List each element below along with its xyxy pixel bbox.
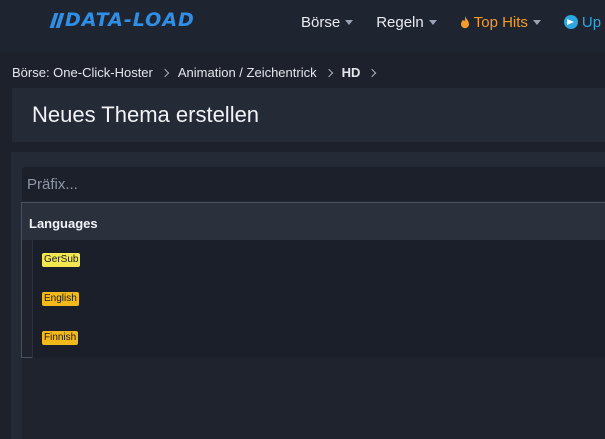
nav-item-label: Top Hits <box>473 13 528 31</box>
chevron-down-icon <box>345 19 354 25</box>
form-body-area <box>22 358 605 439</box>
page-header: Neues Thema erstellen <box>12 88 605 142</box>
breadcrumb-item[interactable]: HD <box>342 65 361 80</box>
prefix-option-gersub[interactable]: GerSub <box>42 253 81 267</box>
breadcrumb-item[interactable]: Animation / Zeichentrick <box>178 65 317 80</box>
nav-item-label: Up <box>581 13 602 31</box>
logo-text: DATA-LOAD <box>65 9 195 31</box>
telegram-icon <box>563 15 578 29</box>
chevron-right-icon <box>368 68 377 77</box>
nav-item-telegram[interactable]: Up <box>563 13 602 31</box>
breadcrumb-item[interactable]: Börse: One-Click-Hoster <box>12 65 153 80</box>
nav-item-boerse[interactable]: Börse <box>301 13 354 31</box>
dropdown-group-label: Languages <box>29 216 98 231</box>
site-logo[interactable]: DATA-LOAD <box>49 9 195 31</box>
breadcrumb: Börse: One-Click-Hoster Animation / Zeic… <box>12 65 385 80</box>
dropdown-option-list: GerSub English Finnish <box>32 240 605 358</box>
chevron-right-icon <box>160 68 170 77</box>
chevron-down-icon <box>428 19 437 25</box>
nav-item-label: Börse <box>301 13 341 31</box>
main-nav: Börse Regeln Top Hits Up <box>301 12 605 32</box>
top-navigation-bar: DATA-LOAD Börse Regeln Top Hits Up <box>0 0 605 52</box>
logo-slashes-icon <box>49 12 65 28</box>
dropdown-group-header: Languages <box>22 203 605 240</box>
prefix-input[interactable] <box>22 167 605 201</box>
prefix-option-english[interactable]: English <box>42 292 79 306</box>
nav-item-label: Regeln <box>376 13 424 31</box>
prefix-option-finnish[interactable]: Finnish <box>42 331 79 345</box>
page-title: Neues Thema erstellen <box>32 102 260 127</box>
flame-icon <box>460 15 469 28</box>
nav-item-top-hits[interactable]: Top Hits <box>460 14 541 31</box>
chevron-right-icon <box>324 68 333 77</box>
chevron-down-icon <box>532 19 541 25</box>
prefix-dropdown: Languages GerSub English Finnish <box>21 202 605 358</box>
nav-item-regeln[interactable]: Regeln <box>376 14 437 31</box>
